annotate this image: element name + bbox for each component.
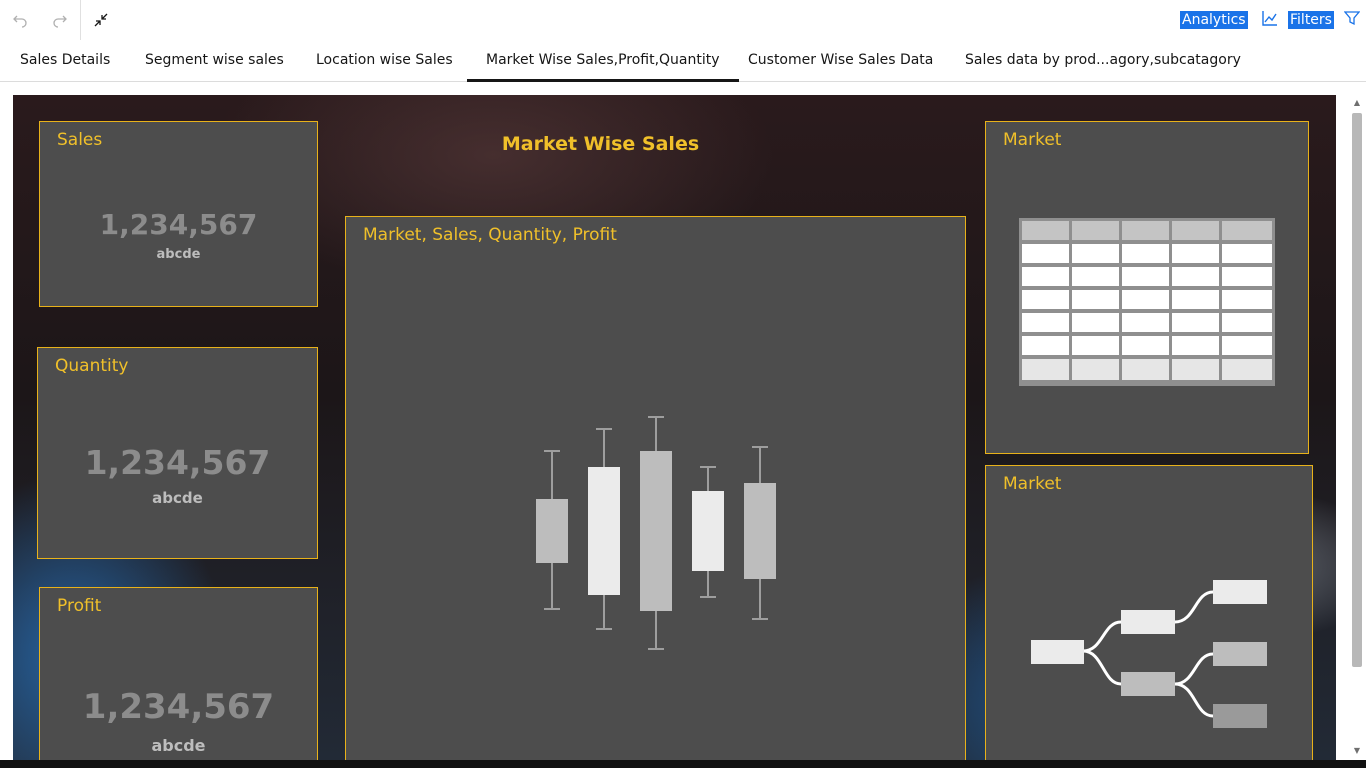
kpi-value: 1,234,567 [84,443,271,482]
bottom-bar [0,760,1366,768]
scroll-down-icon[interactable]: ▼ [1352,745,1362,755]
analytics-button[interactable]: Analytics [1180,10,1278,30]
candlestick-placeholder-icon [536,416,776,650]
filters-button[interactable]: Filters [1288,10,1361,30]
tree-title: Market [1003,474,1062,494]
scroll-thumb[interactable] [1352,113,1362,667]
dashboard-canvas: Market Wise Sales Sales 1,234,567 abcde … [13,95,1336,760]
tab-segment-wise-sales[interactable]: Segment wise sales [145,40,284,82]
toolbar-divider [80,0,81,40]
kpi-subtitle: abcde [151,736,206,755]
tab-location-wise-sales[interactable]: Location wise Sales [316,40,453,82]
tree-placeholder-icon [1031,580,1267,728]
kpi-value: 1,234,567 [99,208,258,241]
tree-card-market[interactable]: Market [985,465,1313,760]
undo-icon[interactable] [8,8,32,32]
kpi-card-profit[interactable]: Profit 1,234,567 abcde [39,587,318,760]
kpi-card-sales[interactable]: Sales 1,234,567 abcde [39,121,318,307]
tab-market-wise-sales[interactable]: Market Wise Sales,Profit,Quantity [467,40,739,82]
filter-icon [1343,10,1361,30]
tab-customer-wise-sales[interactable]: Customer Wise Sales Data [748,40,933,82]
tab-sales-details[interactable]: Sales Details [20,40,110,82]
kpi-title: Sales [57,130,103,150]
kpi-title: Profit [57,596,102,616]
table-placeholder-icon [1019,218,1275,386]
kpi-value: 1,234,567 [82,687,275,727]
collapse-icon[interactable] [89,8,113,32]
table-card-market[interactable]: Market [985,121,1309,454]
tab-sales-by-product[interactable]: Sales data by prod...agory,subcatagory [965,40,1241,82]
analytics-label: Analytics [1180,11,1248,29]
redo-icon[interactable] [48,8,72,32]
kpi-subtitle: abcde [152,489,203,507]
filters-label: Filters [1288,11,1334,29]
table-title: Market [1003,130,1062,150]
vertical-scrollbar[interactable]: ▲ ▼ [1349,95,1366,760]
scroll-up-icon[interactable]: ▲ [1352,97,1362,107]
chart-card-market-sales-quantity-profit[interactable]: Market, Sales, Quantity, Profit [345,216,966,760]
kpi-subtitle: abcde [156,247,201,262]
kpi-card-quantity[interactable]: Quantity 1,234,567 abcde [37,347,318,559]
kpi-title: Quantity [55,356,129,376]
chart-title: Market, Sales, Quantity, Profit [363,225,617,245]
dashboard-tabs: Sales Details Segment wise sales Locatio… [0,40,1366,82]
line-chart-icon [1261,10,1278,30]
top-toolbar: Analytics Filters [0,0,1366,40]
